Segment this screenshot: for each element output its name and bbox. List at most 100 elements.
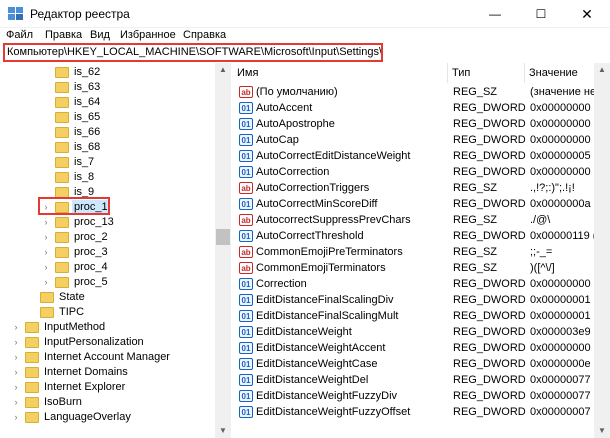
address-bar[interactable]: Компьютер\HKEY_LOCAL_MACHINE\SOFTWARE\Mi… bbox=[3, 43, 383, 62]
value-row[interactable]: 01 EditDistanceWeightAccent REG_DWORD 0x000… bbox=[233, 340, 610, 356]
folder-icon bbox=[55, 127, 69, 138]
tree-scrollbar[interactable]: ▲ ▼ bbox=[215, 63, 231, 438]
binary-value-icon: 01 bbox=[239, 166, 253, 178]
value-type: REG_DWORD bbox=[453, 342, 526, 354]
tree-item[interactable]: › proc_5 bbox=[0, 275, 215, 290]
expand-chevron-icon[interactable]: › bbox=[41, 215, 51, 230]
expand-chevron-icon[interactable] bbox=[41, 80, 51, 95]
expand-chevron-icon[interactable] bbox=[41, 140, 51, 155]
maximize-button[interactable]: ☐ bbox=[518, 0, 564, 28]
tree-item[interactable]: TIPC bbox=[0, 305, 215, 320]
expand-chevron-icon[interactable]: › bbox=[41, 275, 51, 290]
value-name: EditDistanceFinalScalingMult bbox=[256, 310, 399, 322]
tree-item[interactable]: › proc_3 bbox=[0, 245, 215, 260]
tree-item[interactable]: State bbox=[0, 290, 215, 305]
menu-file[interactable]: Файл bbox=[6, 29, 33, 41]
binary-value-icon: 01 bbox=[239, 358, 253, 370]
value-name: AutocorrectSuppressPrevChars bbox=[256, 214, 411, 226]
expand-chevron-icon[interactable] bbox=[41, 170, 51, 185]
tree-item[interactable]: is_66 bbox=[0, 125, 215, 140]
expand-chevron-icon[interactable]: › bbox=[11, 380, 21, 395]
tree-item[interactable]: › proc_2 bbox=[0, 230, 215, 245]
value-row[interactable]: 01 AutoCorrection REG_DWORD 0x00000000 (0 bbox=[233, 164, 610, 180]
value-row[interactable]: 01 EditDistanceWeight REG_DWORD 0x000003e9 … bbox=[233, 324, 610, 340]
expand-chevron-icon[interactable] bbox=[41, 95, 51, 110]
folder-icon bbox=[55, 157, 69, 168]
folder-icon bbox=[55, 142, 69, 153]
menu-favorites[interactable]: Избранное bbox=[120, 29, 176, 41]
expand-chevron-icon[interactable]: › bbox=[11, 335, 21, 350]
tree-item[interactable]: › Internet Explorer bbox=[0, 380, 215, 395]
values-scrollbar[interactable]: ▲ ▼ bbox=[594, 63, 610, 438]
expand-chevron-icon[interactable]: › bbox=[41, 230, 51, 245]
value-row[interactable]: 01 AutoApostrophe REG_DWORD 0x00000000 (0 bbox=[233, 116, 610, 132]
scroll-up-arrow-icon[interactable]: ▲ bbox=[215, 63, 231, 77]
value-row[interactable]: 01 EditDistanceFinalScalingDiv REG_DWORD 0x… bbox=[233, 292, 610, 308]
expand-chevron-icon[interactable]: › bbox=[11, 395, 21, 410]
value-row[interactable]: ab AutoCorrectionTriggers REG_SZ .,!?;:)";.… bbox=[233, 180, 610, 196]
folder-icon bbox=[55, 277, 69, 288]
expand-chevron-icon[interactable]: › bbox=[11, 410, 21, 425]
value-row[interactable]: 01 EditDistanceFinalScalingMult REG_DWORD 0… bbox=[233, 308, 610, 324]
value-row[interactable]: 01 AutoCorrectEditDistanceWeight REG_DWORD… bbox=[233, 148, 610, 164]
scroll-down-arrow-icon[interactable]: ▼ bbox=[215, 424, 231, 438]
expand-chevron-icon[interactable]: › bbox=[41, 260, 51, 275]
value-row[interactable]: ab (По умолчанию) REG_SZ (значение не bbox=[233, 84, 610, 100]
list-scroll-down-arrow-icon[interactable]: ▼ bbox=[594, 424, 610, 438]
tree-item[interactable]: is_63 bbox=[0, 80, 215, 95]
value-row[interactable]: 01 AutoCap REG_DWORD 0x00000000 (0 bbox=[233, 132, 610, 148]
tree-item[interactable]: › Internet Domains bbox=[0, 365, 215, 380]
tree-item[interactable]: › IsoBurn bbox=[0, 395, 215, 410]
value-name: AutoCap bbox=[256, 134, 299, 146]
minimize-button[interactable]: — bbox=[472, 0, 518, 28]
tree-item[interactable]: is_65 bbox=[0, 110, 215, 125]
value-row[interactable]: 01 AutoAccent REG_DWORD 0x00000000 (0 bbox=[233, 100, 610, 116]
tree-item[interactable]: is_68 bbox=[0, 140, 215, 155]
tree-item[interactable]: is_64 bbox=[0, 95, 215, 110]
list-scroll-up-arrow-icon[interactable]: ▲ bbox=[594, 63, 610, 77]
value-row[interactable]: 01 EditDistanceWeightCase REG_DWORD 0x00000… bbox=[233, 356, 610, 372]
binary-value-icon: 01 bbox=[239, 102, 253, 114]
tree-item[interactable]: is_7 bbox=[0, 155, 215, 170]
folder-icon bbox=[40, 292, 54, 303]
tree-item[interactable]: › proc_13 bbox=[0, 215, 215, 230]
value-row[interactable]: 01 EditDistanceWeightDel REG_DWORD 0x000000… bbox=[233, 372, 610, 388]
expand-chevron-icon[interactable] bbox=[41, 155, 51, 170]
expand-chevron-icon[interactable] bbox=[41, 125, 51, 140]
value-row[interactable]: 01 EditDistanceWeightFuzzyOffset REG_DWORD… bbox=[233, 404, 610, 420]
expand-chevron-icon[interactable] bbox=[26, 290, 36, 305]
value-row[interactable]: ab CommonEmojiTerminators REG_SZ)([^\/] bbox=[233, 260, 610, 276]
tree-item[interactable]: › InputPersonalization bbox=[0, 335, 215, 350]
tree-item[interactable]: is_62 bbox=[0, 65, 215, 80]
value-name: EditDistanceWeightDel bbox=[256, 374, 369, 386]
expand-chevron-icon[interactable] bbox=[26, 305, 36, 320]
expand-chevron-icon[interactable] bbox=[41, 65, 51, 80]
expand-chevron-icon[interactable] bbox=[41, 110, 51, 125]
value-type: REG_DWORD bbox=[453, 390, 526, 402]
tree-scroll-thumb[interactable] bbox=[216, 229, 230, 245]
value-row[interactable]: ab CommonEmojiPreTerminators REG_SZ ;;-_= bbox=[233, 244, 610, 260]
expand-chevron-icon[interactable]: › bbox=[11, 350, 21, 365]
value-row[interactable]: 01 AutoCorrectThreshold REG_DWORD 0x0000011… bbox=[233, 228, 610, 244]
column-header-type[interactable]: Тип bbox=[448, 63, 525, 83]
value-row[interactable]: ab AutocorrectSuppressPrevChars REG_SZ ./@\ bbox=[233, 212, 610, 228]
value-row[interactable]: 01 AutoCorrectMinScoreDiff REG_DWORD 0x0000… bbox=[233, 196, 610, 212]
value-row[interactable]: 01 EditDistanceWeightFuzzyDiv REG_DWORD 0x0… bbox=[233, 388, 610, 404]
expand-chevron-icon[interactable]: › bbox=[11, 320, 21, 335]
tree-item[interactable]: › LanguageOverlay bbox=[0, 410, 215, 425]
tree-item[interactable]: › Internet Account Manager bbox=[0, 350, 215, 365]
value-row[interactable]: 01 Correction REG_DWORD 0x00000000 (0 bbox=[233, 276, 610, 292]
tree-item[interactable]: › InputMethod bbox=[0, 320, 215, 335]
tree-item[interactable]: is_8 bbox=[0, 170, 215, 185]
column-header-name[interactable]: Имя bbox=[233, 63, 448, 83]
menu-edit[interactable]: Правка bbox=[45, 29, 82, 41]
tree-item[interactable]: › proc_4 bbox=[0, 260, 215, 275]
menu-view[interactable]: Вид bbox=[90, 29, 110, 41]
close-button[interactable]: ✕ bbox=[564, 0, 610, 28]
expand-chevron-icon[interactable]: › bbox=[41, 245, 51, 260]
expand-chevron-icon[interactable]: › bbox=[11, 365, 21, 380]
values-list[interactable]: Имя Тип Значение ab (По умолчанию) REG_SZ(… bbox=[233, 63, 610, 438]
key-tree[interactable]: is_62 is_63 is_64 is_65 is_66 is_68 is_7 is_8 is… bbox=[0, 63, 231, 438]
menu-help[interactable]: Справка bbox=[183, 29, 226, 41]
binary-value-icon: 01 bbox=[239, 278, 253, 290]
